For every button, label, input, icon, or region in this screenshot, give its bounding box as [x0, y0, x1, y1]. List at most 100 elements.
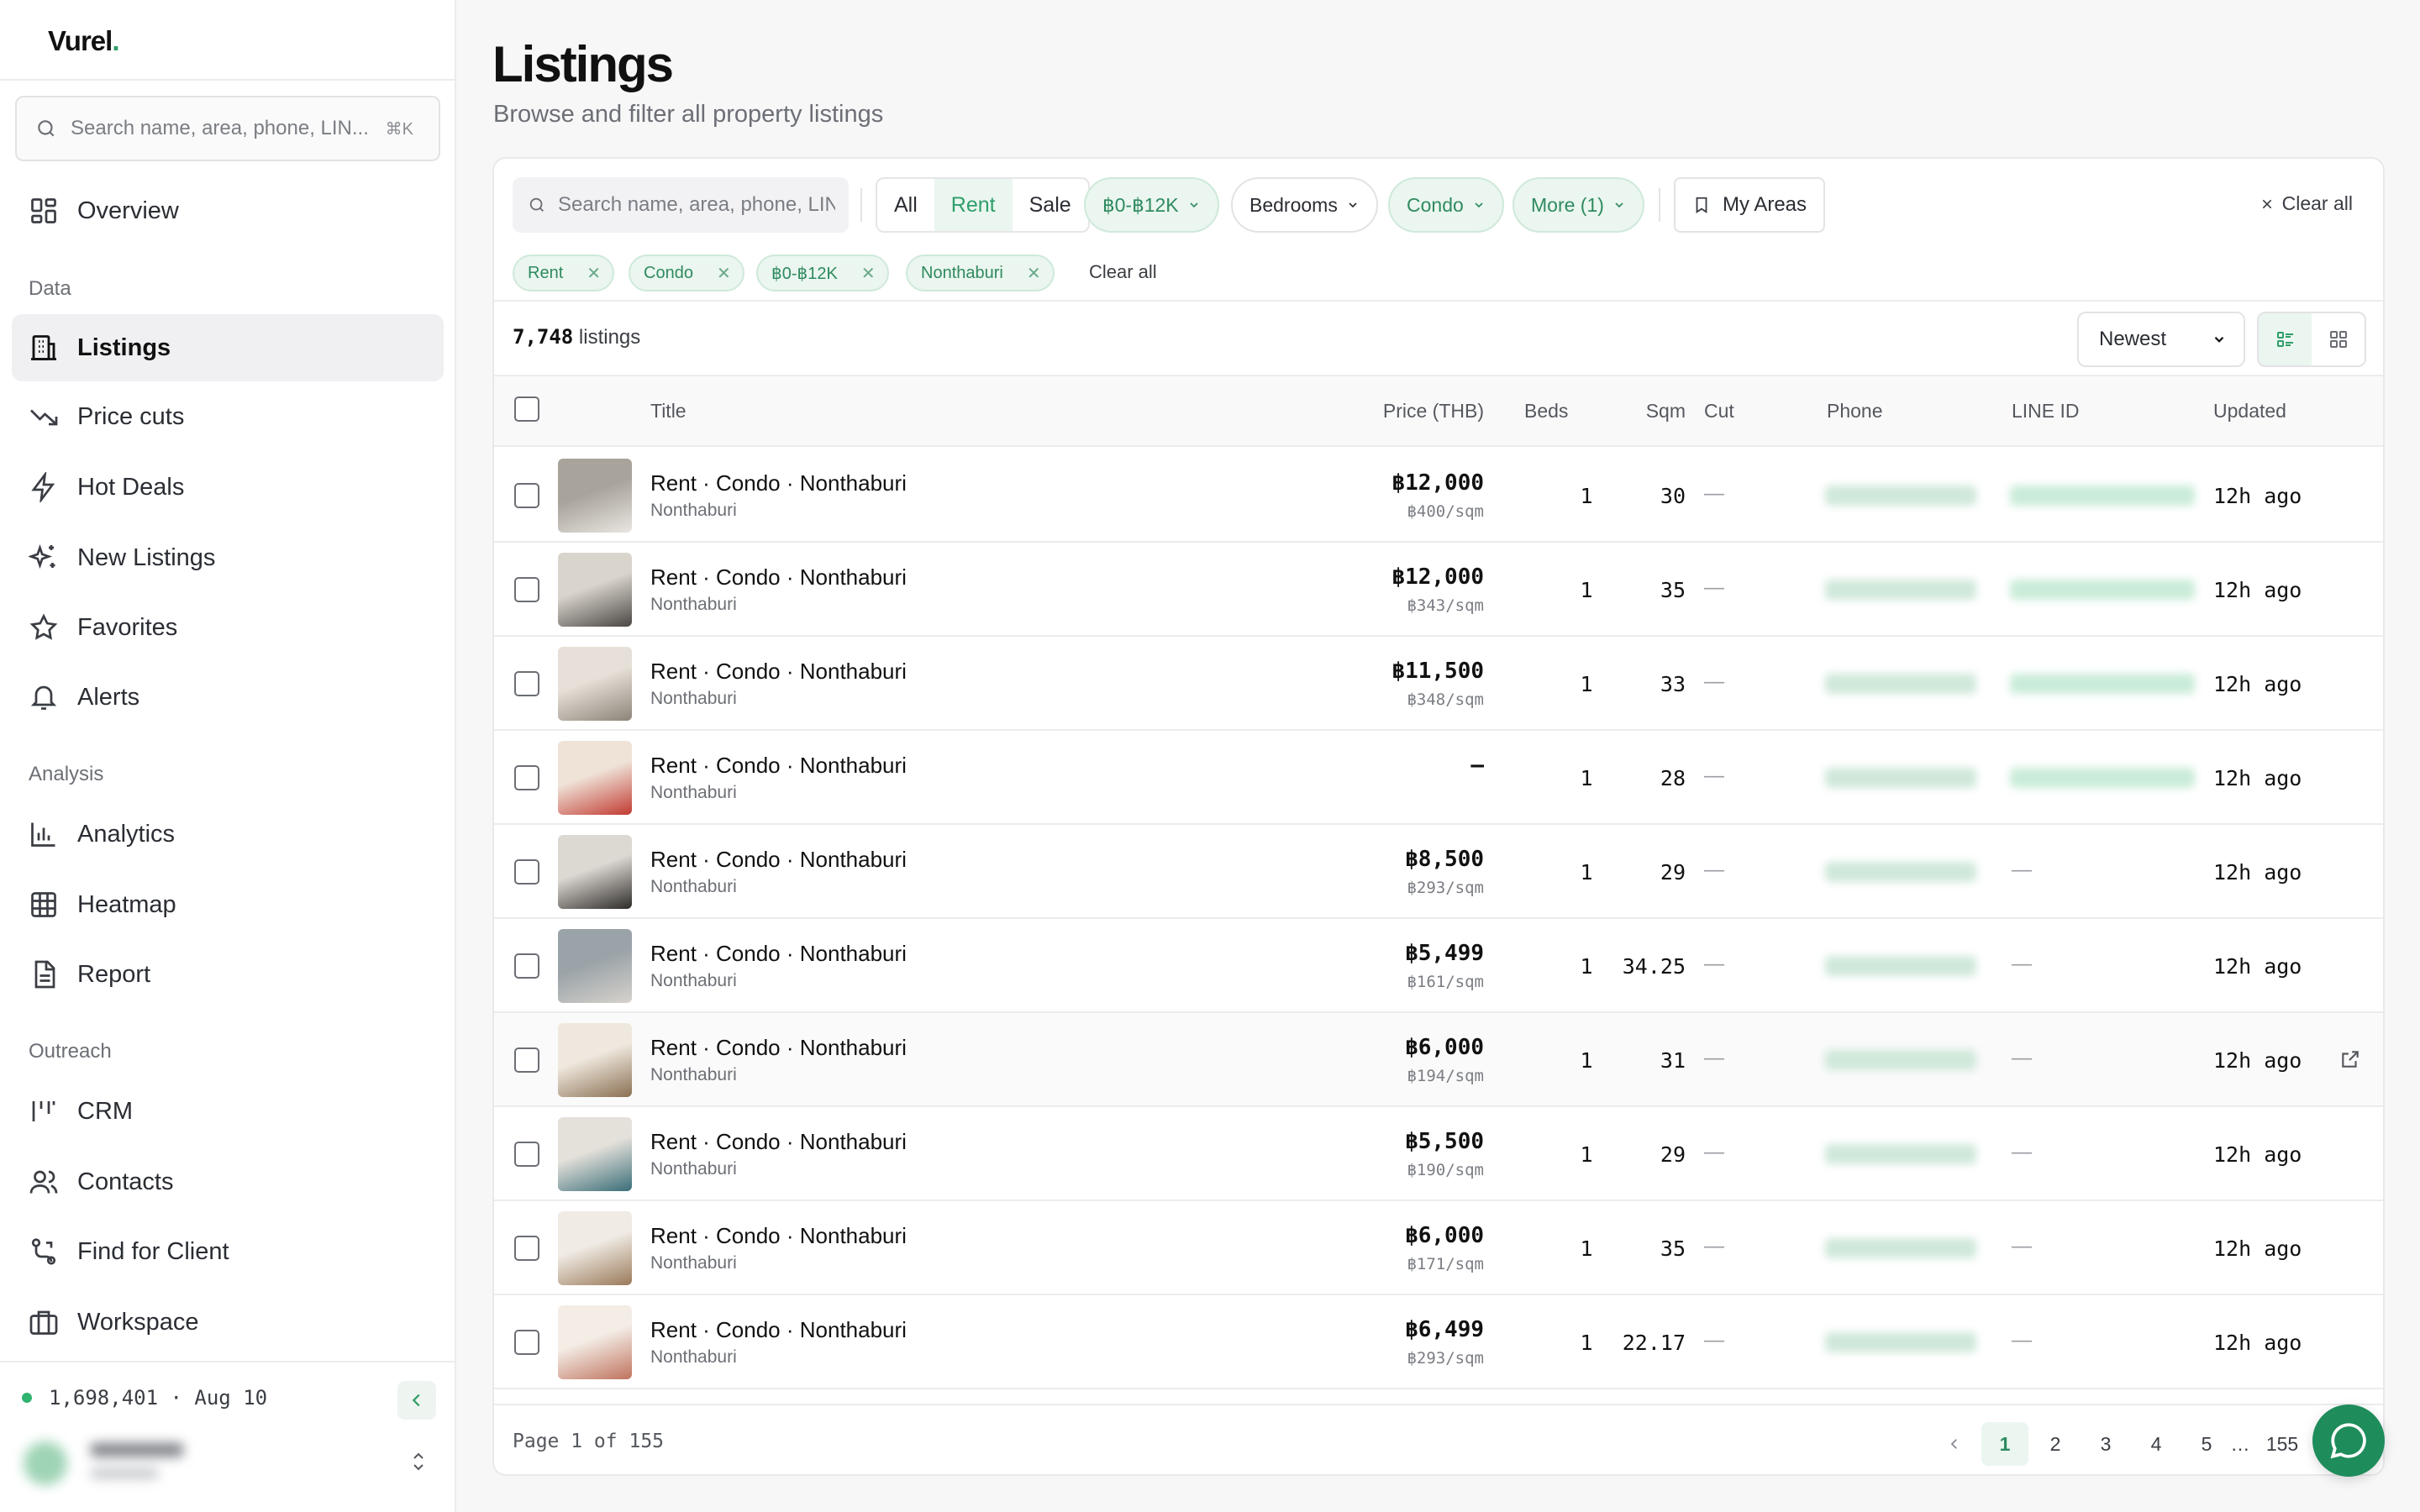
listing-title[interactable]: Rent · Condo · Nonthaburi — [650, 1223, 907, 1249]
sidebar-item-listings[interactable]: Listings — [12, 314, 444, 381]
listing-thumbnail[interactable] — [558, 929, 632, 1003]
sidebar-item-price-cuts[interactable]: Price cuts — [12, 383, 444, 450]
table-row[interactable]: Rent · Condo · Nonthaburi Nonthaburi ฿11,5… — [494, 637, 2383, 731]
table-row[interactable]: Rent · Condo · Nonthaburi Nonthaburi ฿12,0… — [494, 543, 2383, 637]
listing-phone[interactable] — [1825, 1050, 1976, 1070]
list-view-button[interactable] — [2259, 313, 2312, 365]
table-row[interactable]: Rent · Condo · Nonthaburi Nonthaburi ฿12,0… — [494, 449, 2383, 543]
listing-title[interactable]: Rent · Condo · Nonthaburi — [650, 564, 907, 591]
chevron-updown-icon[interactable] — [408, 1450, 429, 1473]
listing-phone[interactable] — [1825, 1144, 1976, 1164]
row-checkbox[interactable] — [514, 577, 539, 602]
column-beds[interactable]: Beds — [1524, 400, 1568, 423]
listing-title[interactable]: Rent · Condo · Nonthaburi — [650, 847, 907, 873]
row-checkbox[interactable] — [514, 483, 539, 508]
page-button-2[interactable]: 2 — [2032, 1422, 2079, 1466]
listing-title[interactable]: Rent · Condo · Nonthaburi — [650, 1035, 907, 1061]
close-icon[interactable]: ✕ — [587, 263, 601, 284]
table-row[interactable]: Rent · Condo · Nonthaburi Nonthaburi ฿8,50… — [494, 825, 2383, 919]
filter-chip-condo[interactable]: Condo ✕ — [629, 255, 744, 291]
page-button-3[interactable]: 3 — [2082, 1422, 2129, 1466]
listing-phone[interactable] — [1825, 956, 1976, 976]
sort-select[interactable]: Newest — [2077, 312, 2245, 367]
collapse-sidebar-button[interactable] — [397, 1381, 436, 1420]
listing-thumbnail[interactable] — [558, 1211, 632, 1285]
column-title[interactable]: Title — [650, 400, 687, 423]
row-checkbox[interactable] — [514, 765, 539, 790]
sidebar-item-heatmap[interactable]: Heatmap — [12, 871, 444, 938]
page-button-last[interactable]: 155 — [2254, 1422, 2311, 1466]
external-link-icon[interactable] — [2339, 1048, 2361, 1070]
sidebar-item-favorites[interactable]: Favorites — [12, 594, 444, 661]
listing-title[interactable]: Rent · Condo · Nonthaburi — [650, 1317, 907, 1343]
column-price[interactable]: Price (THB) — [1383, 400, 1484, 423]
listing-thumbnail[interactable] — [558, 741, 632, 815]
table-row[interactable]: Rent · Condo · Nonthaburi Nonthaburi ฿6,00… — [494, 1201, 2383, 1295]
brand-logo[interactable]: Vurel. — [48, 25, 120, 57]
column-sqm[interactable]: Sqm — [1646, 400, 1686, 423]
sidebar-search-input[interactable]: Search name, area, phone, LIN... ⌘K — [15, 96, 440, 161]
sidebar-item-report[interactable]: Report — [12, 941, 444, 1008]
sidebar-item-alerts[interactable]: Alerts — [12, 664, 444, 731]
table-row[interactable]: Rent · Condo · Nonthaburi Nonthaburi ฿5,49… — [494, 919, 2383, 1013]
listing-thumbnail[interactable] — [558, 1023, 632, 1097]
chat-button[interactable] — [2312, 1404, 2385, 1477]
close-icon[interactable]: ✕ — [861, 263, 876, 284]
sidebar-item-crm[interactable]: CRM — [12, 1078, 444, 1145]
listing-line-id[interactable] — [2010, 580, 2195, 600]
tab-sale[interactable]: Sale — [1013, 179, 1088, 231]
page-button-4[interactable]: 4 — [2133, 1422, 2180, 1466]
sidebar-item-contacts[interactable]: Contacts — [12, 1148, 444, 1215]
property-type-dropdown[interactable]: Condo — [1388, 177, 1504, 233]
price-filter-dropdown[interactable]: ฿0-฿12K — [1084, 177, 1219, 233]
select-all-checkbox[interactable] — [514, 396, 539, 422]
filter-chip-price[interactable]: ฿0-฿12K ✕ — [756, 255, 889, 291]
listing-line-id[interactable] — [2010, 486, 2195, 506]
listings-search-input[interactable]: Search name, area, phone, LINE ID — [513, 177, 849, 233]
sidebar-item-hot-deals[interactable]: Hot Deals — [12, 454, 444, 521]
clear-all-button[interactable]: Clear all — [2260, 192, 2353, 215]
listing-phone[interactable] — [1825, 1332, 1976, 1352]
row-checkbox[interactable] — [514, 1047, 539, 1073]
listing-title[interactable]: Rent · Condo · Nonthaburi — [650, 941, 907, 967]
listing-title[interactable]: Rent · Condo · Nonthaburi — [650, 1129, 907, 1155]
listing-phone[interactable] — [1825, 674, 1976, 694]
more-filters-dropdown[interactable]: More (1) — [1512, 177, 1644, 233]
filter-chip-area[interactable]: Nonthaburi ✕ — [906, 255, 1055, 291]
table-row[interactable]: Rent · Condo · Nonthaburi Nonthaburi ฿6,49… — [494, 1295, 2383, 1389]
listing-title[interactable]: Rent · Condo · Nonthaburi — [650, 470, 907, 496]
close-icon[interactable]: ✕ — [717, 263, 731, 284]
listing-title[interactable]: Rent · Condo · Nonthaburi — [650, 753, 907, 779]
table-row[interactable]: Rent · Condo · Nonthaburi Nonthaburi ฿6,00… — [494, 1013, 2383, 1107]
tab-all[interactable]: All — [877, 179, 934, 231]
sidebar-item-workspace[interactable]: Workspace — [12, 1289, 444, 1356]
clear-chips-button[interactable]: Clear all — [1089, 261, 1157, 283]
sidebar-item-analytics[interactable]: Analytics — [12, 801, 444, 868]
table-row[interactable]: Rent · Condo · Nonthaburi Nonthaburi ฿5,50… — [494, 1107, 2383, 1201]
row-checkbox[interactable] — [514, 671, 539, 696]
row-checkbox[interactable] — [514, 1330, 539, 1355]
row-checkbox[interactable] — [514, 953, 539, 979]
sidebar-item-overview[interactable]: Overview — [12, 177, 444, 244]
prev-page-button[interactable] — [1931, 1422, 1978, 1466]
listing-line-id[interactable] — [2010, 768, 2195, 788]
close-icon[interactable]: ✕ — [1027, 263, 1041, 284]
my-areas-button[interactable]: My Areas — [1674, 177, 1826, 233]
listing-thumbnail[interactable] — [558, 647, 632, 721]
sidebar-item-new-listings[interactable]: New Listings — [12, 524, 444, 591]
listing-phone[interactable] — [1825, 1238, 1976, 1258]
page-button-1[interactable]: 1 — [1981, 1422, 2028, 1466]
row-checkbox[interactable] — [514, 1142, 539, 1167]
listing-line-id[interactable] — [2010, 674, 2195, 694]
listing-phone[interactable] — [1825, 580, 1976, 600]
row-checkbox[interactable] — [514, 1236, 539, 1261]
listing-thumbnail[interactable] — [558, 1117, 632, 1191]
listing-thumbnail[interactable] — [558, 459, 632, 533]
listing-phone[interactable] — [1825, 862, 1976, 882]
user-profile[interactable] — [24, 1435, 192, 1492]
bedrooms-filter-dropdown[interactable]: Bedrooms — [1231, 177, 1378, 233]
row-checkbox[interactable] — [514, 859, 539, 885]
tab-rent[interactable]: Rent — [934, 179, 1013, 231]
column-cut[interactable]: Cut — [1704, 400, 1734, 423]
listing-thumbnail[interactable] — [558, 553, 632, 627]
